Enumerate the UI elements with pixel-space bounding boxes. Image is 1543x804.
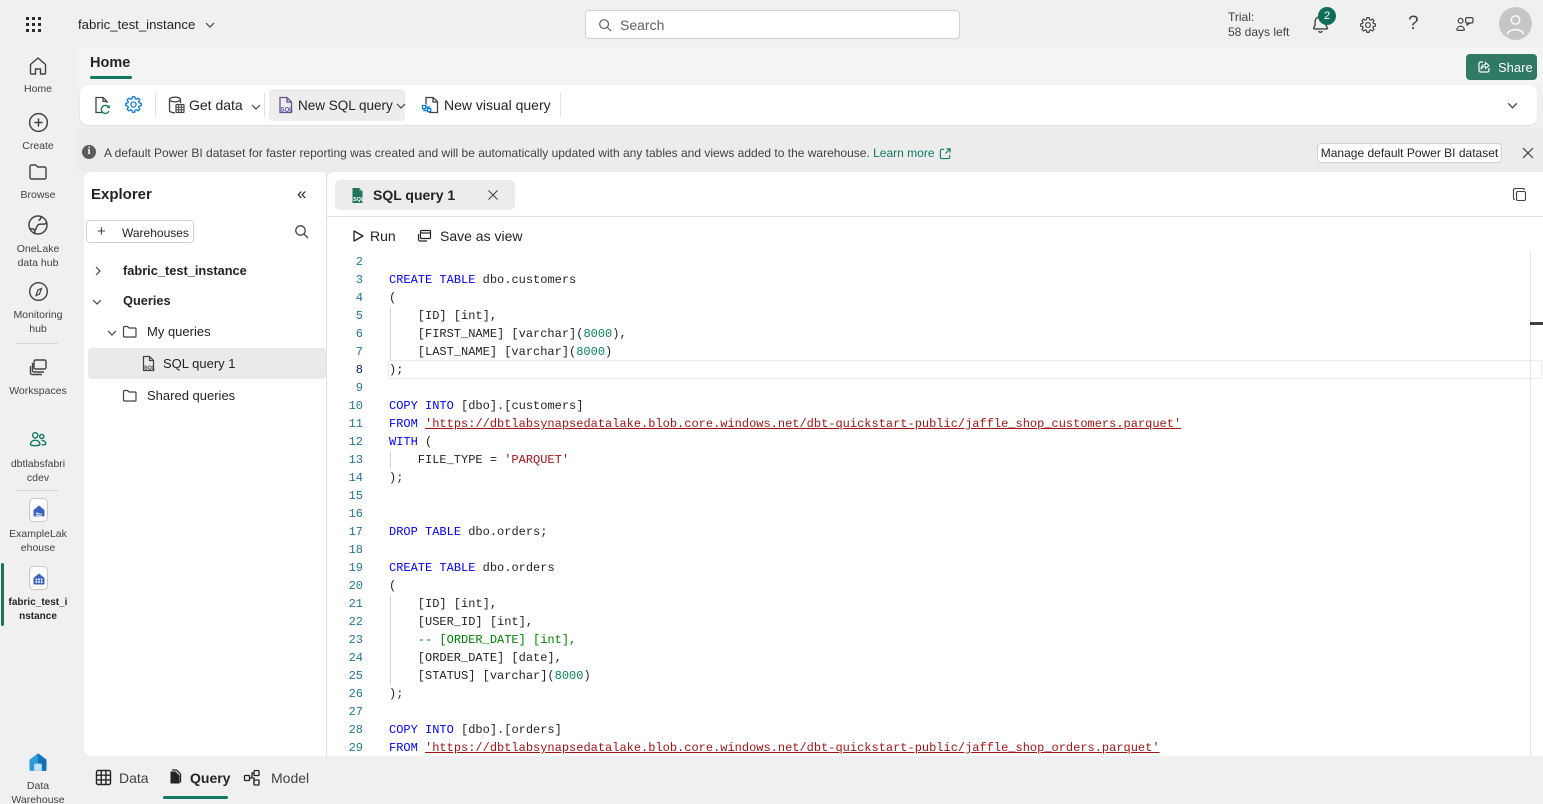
svg-text:SQL: SQL	[353, 197, 365, 203]
svg-text:SQL: SQL	[144, 366, 156, 372]
svg-text:SQL: SQL	[281, 108, 294, 114]
